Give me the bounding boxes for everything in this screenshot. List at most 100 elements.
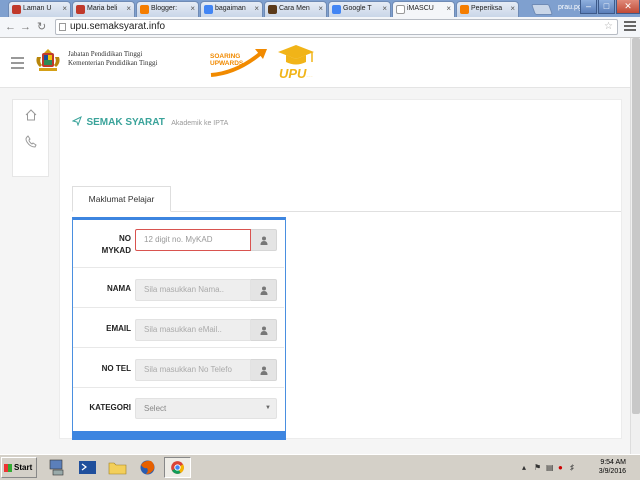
- svg-text:UPU: UPU: [279, 66, 307, 81]
- browser-toolbar: ← → ↻ upu.semaksyarat.info ☆: [0, 17, 640, 38]
- tab-close-icon[interactable]: ×: [382, 2, 387, 16]
- email-addon: [251, 319, 277, 341]
- side-menu: [12, 99, 49, 177]
- network-icon[interactable]: [44, 457, 71, 478]
- folder-icon[interactable]: [104, 457, 131, 478]
- user-icon: [260, 366, 268, 375]
- browser-tab[interactable]: Blogger: ×: [136, 1, 199, 17]
- mykad-addon: [251, 229, 277, 251]
- start-button[interactable]: Start: [1, 457, 37, 478]
- tab-close-icon[interactable]: ×: [126, 2, 131, 16]
- volume-icon[interactable]: ♯: [570, 464, 578, 472]
- kategori-select[interactable]: Select ▼: [135, 398, 277, 419]
- tab-close-icon[interactable]: ×: [510, 2, 515, 16]
- notel-input[interactable]: Sila masukkan No Telefo: [135, 359, 251, 381]
- powershell-icon[interactable]: [74, 457, 101, 478]
- clock-time: 9:54 AM: [600, 459, 626, 466]
- mykad-input[interactable]: 12 digit no. MyKAD: [135, 229, 251, 251]
- nama-input[interactable]: Sila masukkan Nama..: [135, 279, 251, 301]
- tab-favicon-icon: [396, 5, 405, 14]
- tab-label: Maria beli: [87, 5, 118, 12]
- address-bar[interactable]: upu.semaksyarat.info ☆: [55, 19, 618, 35]
- tab-favicon-icon: [204, 5, 213, 14]
- browser-tab[interactable]: iMASCU ×: [392, 1, 455, 18]
- clock[interactable]: 9:54 AM 3/9/2016: [599, 458, 626, 476]
- page-icon: [59, 23, 66, 31]
- browser-tab[interactable]: Peperiksa ×: [456, 1, 519, 17]
- soaring-upwards-text: SOARING UPWARDS: [210, 53, 243, 67]
- tab-label: Google T: [343, 5, 372, 12]
- tab-close-icon[interactable]: ×: [190, 2, 195, 16]
- url-text: upu.semaksyarat.info: [70, 21, 166, 32]
- tab-label: Blogger:: [151, 5, 178, 12]
- user-icon: [260, 286, 268, 295]
- email-input[interactable]: Sila masukkan eMail..: [135, 319, 251, 341]
- form-row-nama: NAMA Sila masukkan Nama..: [73, 268, 284, 308]
- tab-close-icon[interactable]: ×: [62, 2, 67, 16]
- title-subtitle: Akademik ke IPTA: [171, 120, 229, 127]
- tab-favicon-icon: [460, 5, 469, 14]
- browser-tab[interactable]: Google T ×: [328, 1, 391, 17]
- browser-tab[interactable]: bagaiman ×: [200, 1, 263, 17]
- windows-logo-icon: [4, 464, 12, 472]
- firefox-icon[interactable]: [134, 457, 161, 478]
- form-row-mykad: NO MYKAD 12 digit no. MyKAD: [73, 220, 284, 268]
- title-main: SEMAK SYARAT: [86, 117, 165, 128]
- user-icon: [260, 326, 268, 335]
- notel-addon: [251, 359, 277, 381]
- browser-tab-strip: Laman U × Maria beli × Blogger: × bagaiman × Car…: [0, 0, 640, 18]
- tab-favicon-icon: [332, 5, 341, 14]
- send-icon: [72, 116, 82, 126]
- bookmark-star-icon[interactable]: ☆: [604, 20, 613, 34]
- phone-icon[interactable]: [24, 135, 38, 149]
- svg-text:..........: ..........: [306, 75, 313, 78]
- page-title: SEMAK SYARAT Akademik ke IPTA: [72, 112, 228, 130]
- soaring-line-2: UPWARDS: [210, 60, 244, 67]
- hamburger-menu-icon[interactable]: [11, 57, 24, 72]
- tab-close-icon[interactable]: ×: [254, 2, 259, 16]
- chrome-taskbar-button[interactable]: [164, 457, 191, 478]
- minimize-button[interactable]: –: [580, 0, 597, 14]
- arrow-up-icon[interactable]: ▴: [522, 464, 530, 472]
- tab-favicon-icon: [140, 5, 149, 14]
- tab-favicon-icon: [268, 5, 277, 14]
- clock-date: 3/9/2016: [598, 468, 626, 475]
- tab-label: iMASCU: [407, 5, 434, 12]
- flag-icon[interactable]: ⚑: [534, 464, 542, 472]
- reload-icon[interactable]: ↻: [37, 19, 46, 35]
- network-tray-icon[interactable]: ▤: [546, 464, 554, 472]
- browser-tab[interactable]: Maria beli ×: [72, 1, 135, 17]
- tab-label: bagaiman: [215, 5, 246, 12]
- kategori-label: KATEGORI: [89, 403, 131, 412]
- system-tray: ▴ ⚑ ▤ ● ♯ 9:54 AM 3/9/2016: [520, 457, 640, 479]
- mykad-label-line-1: NO: [119, 234, 131, 243]
- forward-arrow-icon[interactable]: →: [20, 19, 31, 35]
- antivirus-icon[interactable]: ●: [558, 464, 566, 472]
- org-line-1: Jabatan Pendidikan Tinggi: [68, 50, 143, 58]
- tab-maklumat-pelajar[interactable]: Maklumat Pelajar: [72, 186, 171, 212]
- tab-close-icon[interactable]: ×: [318, 2, 323, 16]
- form-row-kategori: KATEGORI Select ▼: [73, 388, 284, 428]
- close-window-button[interactable]: ✕: [616, 0, 640, 14]
- chrome-menu-icon[interactable]: [624, 21, 636, 33]
- back-arrow-icon[interactable]: ←: [5, 19, 16, 35]
- windows-taskbar: Start ▴ ⚑ ▤ ● ♯ 9:54 AM 3/9/2016: [0, 454, 640, 480]
- mykad-label-line-2: MYKAD: [101, 246, 131, 255]
- maximize-button[interactable]: □: [598, 0, 615, 14]
- new-tab-button[interactable]: [530, 4, 554, 15]
- coat-of-arms-logo: [36, 49, 60, 71]
- page-scrollbar[interactable]: [630, 38, 640, 454]
- form-footer-bar: [72, 431, 286, 440]
- tab-label: Cara Men: [279, 5, 310, 12]
- soaring-line-1: SOARING: [210, 53, 241, 60]
- browser-tab[interactable]: Cara Men ×: [264, 1, 327, 17]
- kategori-selected-value: Select: [144, 404, 167, 413]
- browser-tab[interactable]: Laman U ×: [8, 1, 71, 17]
- nama-label: NAMA: [107, 284, 131, 293]
- student-form: NO MYKAD 12 digit no. MyKAD NAMA Sila ma…: [72, 217, 286, 440]
- upu-logo: UPU ..........: [278, 45, 314, 81]
- home-icon[interactable]: [24, 108, 38, 122]
- tab-favicon-icon: [76, 5, 85, 14]
- scrollbar-thumb[interactable]: [632, 38, 640, 414]
- tab-close-icon[interactable]: ×: [446, 2, 451, 16]
